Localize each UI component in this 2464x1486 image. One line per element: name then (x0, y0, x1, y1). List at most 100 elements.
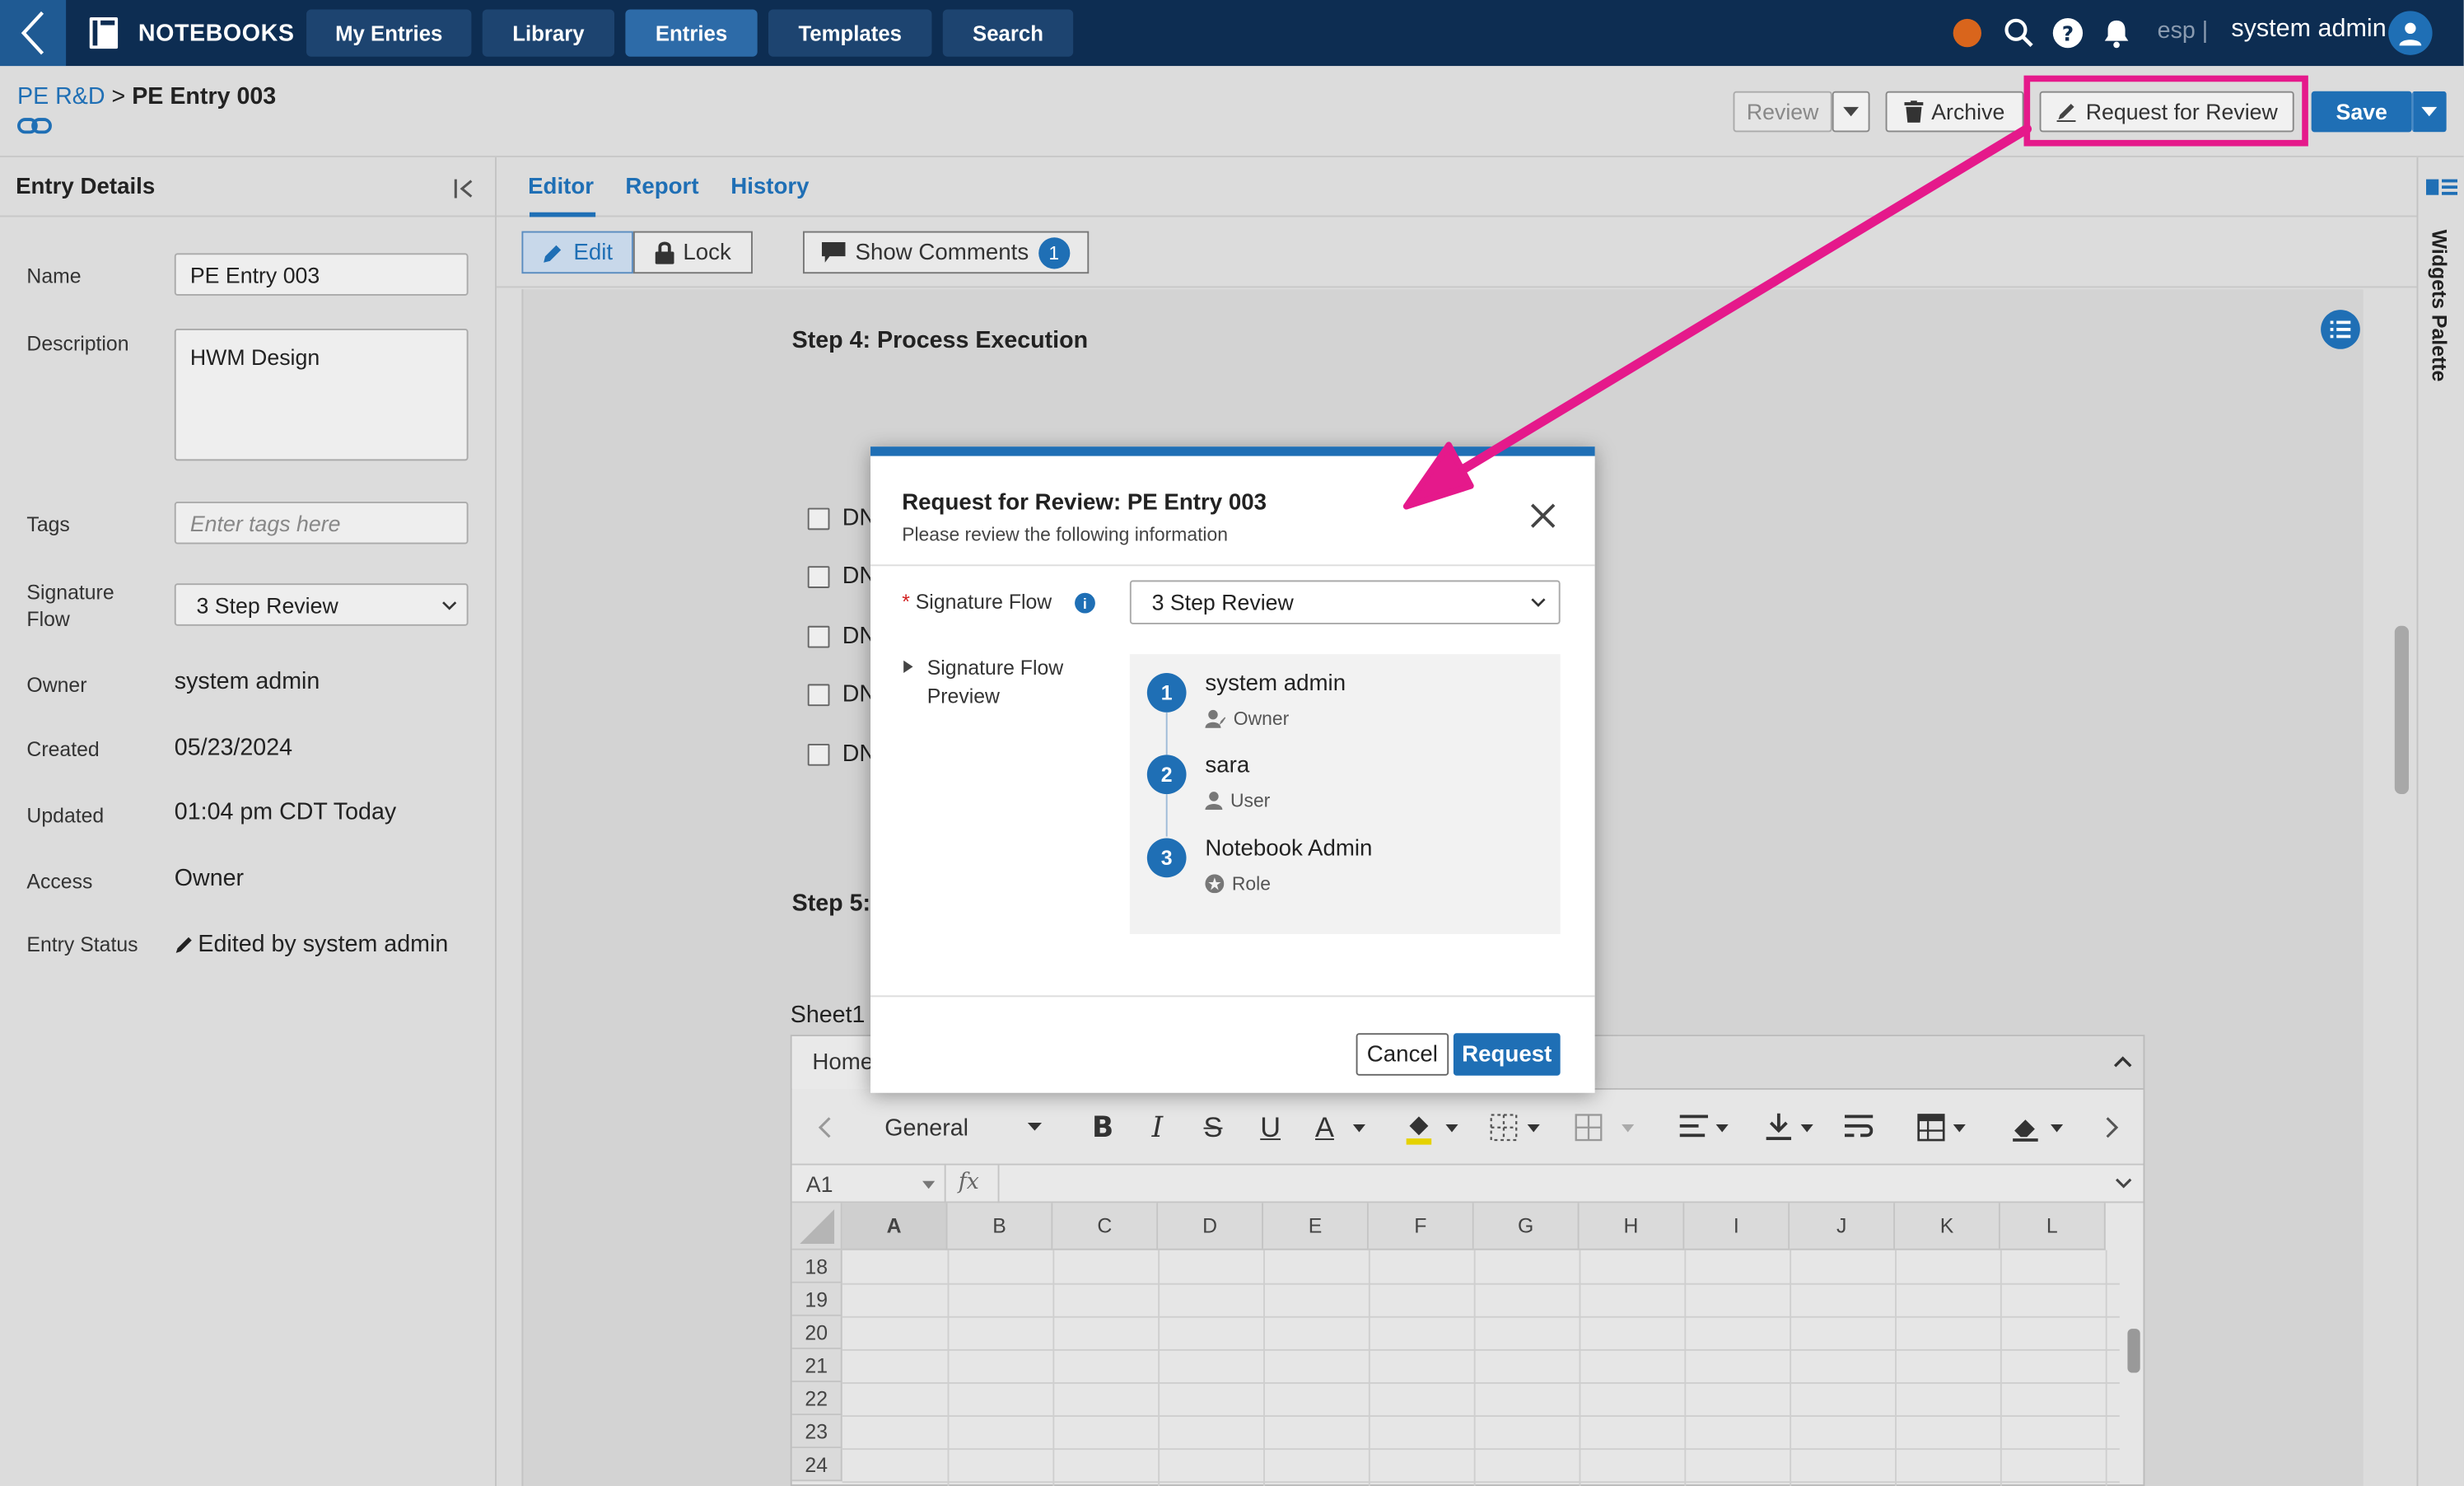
save-button[interactable]: Save (2311, 91, 2412, 133)
caret-down-icon[interactable] (1527, 1124, 1540, 1133)
tab-history[interactable]: History (730, 175, 809, 200)
column-header[interactable]: F (1368, 1203, 1474, 1250)
column-header[interactable]: I (1684, 1203, 1790, 1250)
caret-down-icon[interactable] (1622, 1124, 1635, 1133)
cell-reference[interactable]: A1 (806, 1171, 833, 1197)
italic-button[interactable]: I (1152, 1110, 1164, 1145)
row-header[interactable]: 24 (791, 1448, 842, 1482)
cancel-button[interactable]: Cancel (1356, 1033, 1449, 1076)
tab-editor[interactable]: Editor (528, 175, 594, 200)
back-button[interactable] (0, 0, 67, 67)
user-name[interactable]: system admin (2231, 16, 2386, 44)
breadcrumb-parent[interactable]: PE R&D (17, 83, 105, 110)
strikethrough-button[interactable]: S (1204, 1110, 1223, 1145)
caret-down-icon[interactable] (1715, 1124, 1729, 1133)
checkbox[interactable] (807, 507, 830, 530)
nav-tab-my-entries[interactable]: My Entries (306, 9, 472, 57)
checklist-item[interactable]: DN (807, 563, 876, 590)
tags-input[interactable]: Enter tags here (174, 501, 469, 544)
link-icon[interactable] (16, 114, 52, 137)
caret-down-icon[interactable] (1800, 1124, 1813, 1133)
app-brand[interactable]: NOTEBOOKS (85, 14, 294, 52)
chevron-left-icon[interactable] (817, 1116, 831, 1138)
caret-down-icon[interactable] (1445, 1124, 1458, 1133)
number-format-select[interactable]: General (884, 1110, 1043, 1145)
review-dropdown-button[interactable] (1832, 91, 1870, 133)
column-header[interactable]: K (1895, 1203, 2000, 1250)
signature-flow-preview-toggle[interactable]: Signature Flow Preview (902, 654, 1090, 711)
caret-down-icon[interactable] (922, 1180, 936, 1189)
canvas-scrollbar[interactable] (2394, 625, 2409, 795)
font-color-button[interactable]: A (1315, 1110, 1334, 1145)
checklist-item[interactable]: DN (807, 681, 876, 708)
sheet-scrollbar[interactable] (2127, 1329, 2140, 1373)
column-header[interactable]: D (1158, 1203, 1264, 1250)
merge-cells-icon[interactable] (1575, 1114, 1603, 1142)
checkbox[interactable] (807, 565, 830, 588)
caret-down-icon[interactable] (2050, 1124, 2064, 1133)
widgets-palette-label[interactable]: Widgets Palette (2428, 230, 2452, 382)
format-table-icon[interactable] (1917, 1114, 1945, 1142)
bold-button[interactable]: B (1092, 1110, 1113, 1145)
column-header[interactable]: E (1263, 1203, 1369, 1250)
nav-tab-entries[interactable]: Entries (625, 9, 758, 57)
language-toggle[interactable]: esp | (2158, 17, 2209, 44)
show-comments-button[interactable]: Show Comments 1 (802, 231, 1090, 274)
status-indicator[interactable] (1953, 18, 1981, 48)
checkbox[interactable] (807, 743, 830, 765)
chevron-right-icon[interactable] (2106, 1116, 2120, 1138)
vertical-align-icon[interactable] (1766, 1113, 1792, 1142)
borders-icon[interactable] (1490, 1114, 1518, 1142)
name-field[interactable]: PE Entry 003 (174, 253, 469, 296)
column-header[interactable]: G (1473, 1203, 1580, 1250)
close-icon[interactable] (1528, 500, 1559, 531)
review-button[interactable]: Review (1733, 91, 1832, 133)
nav-tab-templates[interactable]: Templates (768, 9, 932, 57)
eraser-icon[interactable] (2011, 1114, 2039, 1142)
checkbox[interactable] (807, 624, 830, 647)
widgets-icon[interactable] (2425, 178, 2458, 197)
checklist-item[interactable]: DN (807, 623, 876, 649)
row-header[interactable]: 20 (791, 1315, 842, 1349)
caret-down-icon[interactable] (1352, 1124, 1366, 1133)
fill-color-icon[interactable] (1405, 1114, 1433, 1145)
row-header[interactable]: 19 (791, 1283, 842, 1316)
checklist-item[interactable]: DN (807, 741, 876, 768)
search-icon[interactable] (2004, 17, 2035, 49)
column-header[interactable]: B (947, 1203, 1053, 1250)
checklist-item[interactable]: DN (807, 505, 876, 531)
align-left-icon[interactable] (1679, 1114, 1708, 1138)
checkbox[interactable] (807, 683, 830, 706)
column-header[interactable]: C (1052, 1203, 1159, 1250)
avatar[interactable] (2388, 11, 2433, 55)
wrap-text-icon[interactable] (1844, 1114, 1874, 1138)
underline-button[interactable]: U (1260, 1110, 1281, 1145)
request-button[interactable]: Request (1453, 1033, 1561, 1076)
info-icon[interactable]: i (1075, 592, 1095, 614)
save-dropdown-button[interactable] (2411, 91, 2447, 133)
row-header[interactable]: 21 (791, 1348, 842, 1383)
cell-grid[interactable]: A B C D E F G H I J K L 18 19 20 21 22 2… (791, 1203, 2120, 1486)
lock-button[interactable]: Lock (632, 231, 753, 274)
description-field[interactable]: HWM Design (174, 328, 469, 461)
row-header[interactable]: 23 (791, 1415, 842, 1449)
row-header[interactable]: 22 (791, 1382, 842, 1416)
caret-down-icon[interactable] (1953, 1124, 1966, 1133)
column-header[interactable]: H (1579, 1203, 1685, 1250)
select-all-corner[interactable] (791, 1203, 842, 1250)
signature-flow-select[interactable]: 3 Step Review (174, 583, 469, 626)
collapse-panel-icon[interactable] (453, 176, 478, 202)
signature-flow-dropdown[interactable]: 3 Step Review (1129, 580, 1561, 624)
outline-button[interactable] (2321, 310, 2360, 349)
help-icon[interactable]: ? (2052, 17, 2084, 49)
nav-tab-library[interactable]: Library (482, 9, 615, 57)
column-header[interactable]: A (842, 1203, 948, 1250)
chevron-down-icon[interactable] (2115, 1178, 2132, 1189)
row-header[interactable]: 18 (791, 1250, 842, 1283)
chevron-up-icon[interactable] (2113, 1055, 2132, 1068)
edit-button[interactable]: Edit (521, 231, 633, 274)
archive-button[interactable]: Archive (1885, 91, 2024, 133)
tab-report[interactable]: Report (625, 175, 698, 200)
column-header[interactable]: J (1790, 1203, 1896, 1250)
bell-icon[interactable] (2101, 17, 2132, 49)
